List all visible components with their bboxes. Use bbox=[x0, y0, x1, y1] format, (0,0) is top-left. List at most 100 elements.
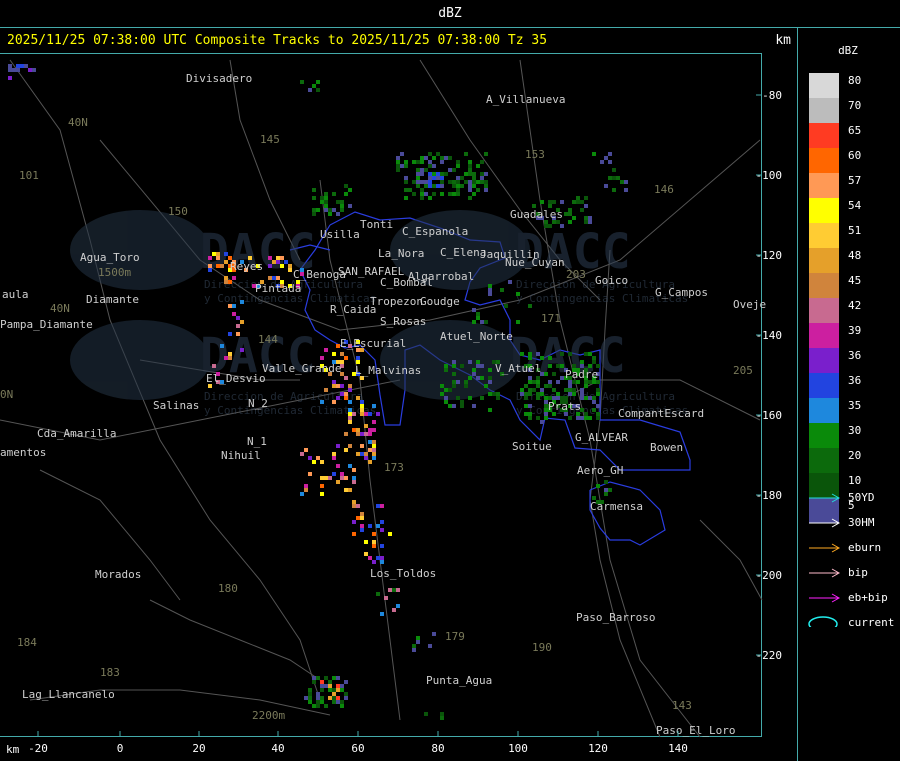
echo-pixel bbox=[356, 432, 360, 436]
echo-pixel bbox=[284, 260, 288, 264]
echo-pixel bbox=[224, 252, 228, 256]
echo-pixel bbox=[436, 152, 440, 156]
echo-pixel bbox=[444, 156, 448, 160]
x-tick-label: 120 bbox=[588, 742, 608, 755]
echo-pixel bbox=[420, 188, 424, 192]
place-label: Tonti bbox=[360, 218, 393, 231]
echo-pixel bbox=[452, 380, 456, 384]
echo-pixel bbox=[432, 192, 436, 196]
echo-pixel bbox=[552, 200, 556, 204]
echo-pixel bbox=[484, 188, 488, 192]
echo-pixel bbox=[532, 388, 536, 392]
echo-pixel bbox=[524, 384, 528, 388]
echo-pixel bbox=[268, 264, 272, 268]
legend-value: 20 bbox=[848, 449, 862, 462]
place-label: 40N bbox=[50, 302, 70, 315]
track-label: 50YD bbox=[848, 491, 875, 504]
echo-pixel bbox=[344, 696, 348, 700]
echo-pixel bbox=[584, 412, 588, 416]
echo-pixel bbox=[556, 364, 560, 368]
echo-pixel bbox=[536, 380, 540, 384]
echo-pixel bbox=[376, 412, 380, 416]
echo-pixel bbox=[320, 696, 324, 700]
echo-pixel bbox=[572, 200, 576, 204]
echo-pixel bbox=[488, 376, 492, 380]
echo-pixel bbox=[312, 84, 316, 88]
echo-pixel bbox=[440, 180, 444, 184]
place-label: El_Desvio bbox=[206, 372, 266, 385]
echo-pixel bbox=[324, 192, 328, 196]
echo-pixel bbox=[268, 256, 272, 260]
echo-pixel bbox=[12, 68, 16, 72]
place-label: Cda_Amarilla bbox=[37, 427, 116, 440]
echo-pixel bbox=[540, 420, 544, 424]
echo-pixel bbox=[576, 196, 580, 200]
echo-pixel bbox=[604, 156, 608, 160]
echo-pixel bbox=[348, 204, 352, 208]
echo-pixel bbox=[488, 380, 492, 384]
echo-pixel bbox=[560, 224, 564, 228]
echo-pixel bbox=[524, 412, 528, 416]
echo-pixel bbox=[456, 164, 460, 168]
echo-pixel bbox=[536, 392, 540, 396]
echo-pixel bbox=[320, 492, 324, 496]
echo-pixel bbox=[324, 348, 328, 352]
track-label: bip bbox=[848, 566, 868, 579]
echo-pixel bbox=[612, 168, 616, 172]
echo-pixel bbox=[568, 212, 572, 216]
echo-pixel bbox=[368, 428, 372, 432]
echo-pixel bbox=[440, 176, 444, 180]
legend-swatch bbox=[809, 148, 839, 173]
place-label: Goudge bbox=[420, 295, 460, 308]
echo-pixel bbox=[584, 196, 588, 200]
echo-pixel bbox=[356, 356, 360, 360]
echo-pixel bbox=[464, 172, 468, 176]
echo-pixel bbox=[476, 180, 480, 184]
echo-pixel bbox=[276, 256, 280, 260]
place-label: Prats bbox=[548, 400, 581, 413]
echo-pixel bbox=[344, 488, 348, 492]
echo-pixel bbox=[312, 704, 316, 708]
echo-pixel bbox=[444, 396, 448, 400]
echo-pixel bbox=[368, 556, 372, 560]
echo-pixel bbox=[412, 192, 416, 196]
echo-pixel bbox=[484, 384, 488, 388]
echo-pixel bbox=[416, 160, 420, 164]
place-label: amentos bbox=[0, 446, 46, 459]
legend-value: 65 bbox=[848, 124, 862, 137]
echo-pixel bbox=[288, 264, 292, 268]
echo-pixel bbox=[488, 408, 492, 412]
echo-pixel bbox=[580, 416, 584, 420]
echo-pixel bbox=[360, 512, 364, 516]
echo-pixel bbox=[432, 156, 436, 160]
echo-pixel bbox=[372, 444, 376, 448]
legend-value: 30 bbox=[848, 424, 862, 437]
echo-pixel bbox=[380, 528, 384, 532]
echo-pixel bbox=[368, 412, 372, 416]
echo-pixel bbox=[340, 476, 344, 480]
place-label: Reyes bbox=[230, 260, 263, 273]
echo-pixel bbox=[456, 396, 460, 400]
echo-pixel bbox=[356, 452, 360, 456]
echo-pixel bbox=[444, 364, 448, 368]
echo-pixel bbox=[348, 408, 352, 412]
echo-pixel bbox=[352, 428, 356, 432]
echo-pixel bbox=[236, 316, 240, 320]
echo-pixel bbox=[336, 480, 340, 484]
echo-pixel bbox=[224, 280, 228, 284]
echo-pixel bbox=[472, 404, 476, 408]
echo-pixel bbox=[352, 532, 356, 536]
echo-pixel bbox=[468, 164, 472, 168]
echo-pixel bbox=[560, 364, 564, 368]
radar-map[interactable]: DACC DACC DACC DACC Direccion de Agricul… bbox=[0, 0, 797, 761]
echo-pixel bbox=[612, 188, 616, 192]
echo-pixel bbox=[480, 320, 484, 324]
echo-pixel bbox=[368, 440, 372, 444]
echo-pixel bbox=[448, 156, 452, 160]
legend-swatch bbox=[809, 73, 839, 98]
echo-pixel bbox=[312, 680, 316, 684]
echo-pixel bbox=[404, 196, 408, 200]
echo-pixel bbox=[544, 372, 548, 376]
place-label: 143 bbox=[672, 699, 692, 712]
echo-pixel bbox=[420, 160, 424, 164]
